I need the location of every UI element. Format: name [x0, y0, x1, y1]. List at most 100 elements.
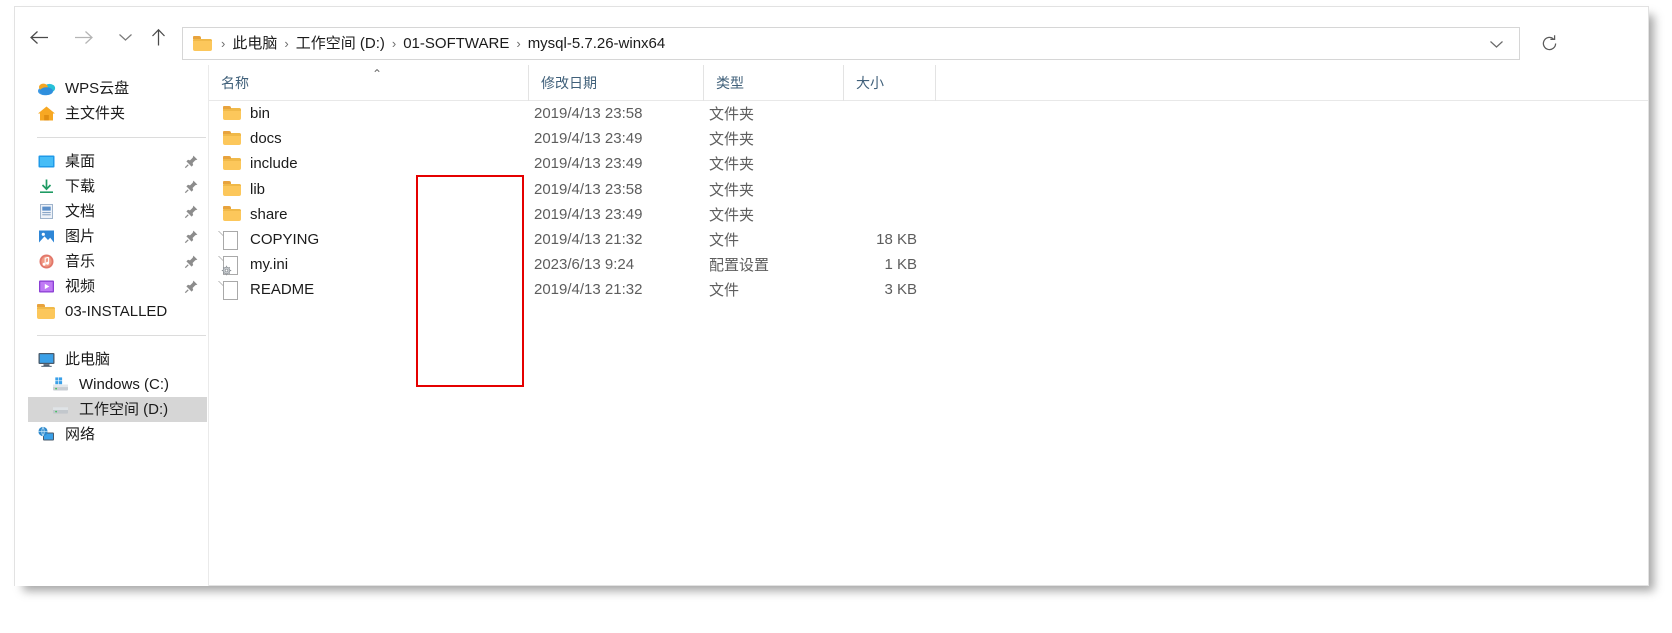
videos-icon	[37, 278, 56, 295]
breadcrumb-item-this-pc[interactable]: 此电脑	[232, 36, 277, 51]
file-date-cell: 2019/4/13 23:58	[534, 105, 643, 123]
breadcrumb-item-drive-d[interactable]: 工作空间 (D:)	[296, 36, 385, 51]
column-header-type[interactable]: 类型	[703, 65, 843, 101]
sidebar-item-pictures[interactable]: 图片	[15, 224, 208, 249]
cloud-icon	[37, 80, 56, 97]
column-header-label: 修改日期	[541, 75, 597, 91]
file-type-cell: 文件	[709, 282, 740, 300]
file-date-cell: 2023/6/13 9:24	[534, 256, 635, 274]
breadcrumb-item-current-folder[interactable]: mysql-5.7.26-winx64	[528, 36, 666, 51]
network-icon	[37, 426, 56, 443]
file-type-cell: 文件夹	[709, 206, 755, 224]
column-header-row: 名称 ⌃ 修改日期 类型 大小	[209, 65, 1648, 101]
sidebar-item-label: WPS云盘	[65, 80, 130, 97]
breadcrumb-item-01-software[interactable]: 01-SOFTWARE	[403, 36, 509, 51]
table-row[interactable]: docs 2019/4/13 23:49 文件夹	[209, 126, 1648, 151]
sidebar-item-03-installed[interactable]: 03-INSTALLED	[15, 299, 208, 324]
sidebar-divider	[37, 137, 206, 138]
file-name-cell[interactable]: bin	[223, 101, 528, 126]
sidebar-group-pinned: 桌面 下载 文档 图片 音乐 视频 03-INSTALLED	[15, 149, 208, 324]
file-name-label: share	[250, 205, 288, 223]
navigation-pane[interactable]: WPS云盘 主文件夹 桌面 下载 文档 图片 音乐 视频 03-INSTALLE…	[15, 65, 209, 586]
file-type-cell: 文件	[709, 232, 740, 250]
up-button[interactable]	[143, 23, 173, 51]
file-size-cell	[829, 101, 917, 126]
file-name-label: include	[250, 155, 298, 173]
navigation-bar: › 此电脑 › 工作空间 (D:) › 01-SOFTWARE › mysql-…	[15, 7, 1648, 65]
sidebar-item-wps-cloud[interactable]: WPS云盘	[15, 76, 208, 101]
file-size-cell	[829, 202, 917, 227]
sidebar-item-workspace-d[interactable]: 工作空间 (D:)	[28, 397, 207, 422]
sidebar-group-this-pc: 此电脑 Windows (C:) 工作空间 (D:) 网络	[15, 347, 208, 447]
file-list-pane: 名称 ⌃ 修改日期 类型 大小 bin 2019/4/13 23:58 文件夹 doc…	[209, 65, 1648, 585]
sidebar-item-documents[interactable]: 文档	[15, 199, 208, 224]
folder-icon	[223, 205, 241, 223]
file-name-cell[interactable]: include	[223, 151, 528, 176]
recent-locations-button[interactable]	[110, 23, 140, 51]
sidebar-item-network[interactable]: 网络	[15, 422, 208, 447]
file-name-cell[interactable]: docs	[223, 126, 528, 151]
column-header-date-modified[interactable]: 修改日期	[528, 65, 703, 101]
file-name-cell[interactable]: COPYING	[218, 227, 528, 252]
column-header-label: 大小	[856, 75, 884, 91]
file-name-cell[interactable]: lib	[223, 177, 528, 202]
sort-ascending-icon: ⌃	[372, 67, 383, 81]
pin-icon[interactable]	[184, 254, 199, 269]
address-dropdown-button[interactable]	[1483, 28, 1509, 59]
chevron-down-icon	[118, 34, 132, 41]
table-row[interactable]: bin 2019/4/13 23:58 文件夹	[209, 101, 1648, 126]
column-header-end-divider	[935, 65, 948, 101]
folder-icon	[223, 155, 241, 173]
sidebar-top-spacer	[15, 65, 208, 76]
file-name-label: lib	[250, 180, 266, 198]
sidebar-item-desktop[interactable]: 桌面	[15, 149, 208, 174]
pin-icon[interactable]	[184, 179, 199, 194]
file-name-cell[interactable]: share	[223, 202, 528, 227]
sidebar-item-this-pc[interactable]: 此电脑	[15, 347, 208, 372]
drive-icon	[51, 401, 70, 418]
sidebar-item-downloads[interactable]: 下载	[15, 174, 208, 199]
music-icon	[37, 253, 56, 270]
table-row[interactable]: COPYING 2019/4/13 21:32 文件 18 KB	[209, 227, 1648, 252]
column-header-size[interactable]: 大小	[843, 65, 935, 101]
file-size-cell	[829, 126, 917, 151]
sidebar-item-label: Windows (C:)	[79, 376, 170, 393]
sidebar-item-label: 网络	[65, 426, 96, 443]
forward-arrow-icon	[74, 30, 93, 44]
file-size-cell: 3 KB	[884, 281, 917, 299]
sidebar-item-videos[interactable]: 视频	[15, 274, 208, 299]
forward-button[interactable]	[68, 23, 98, 51]
sidebar-item-label: 图片	[65, 228, 96, 245]
file-date-cell: 2019/4/13 23:58	[534, 180, 643, 198]
pin-icon[interactable]	[184, 154, 199, 169]
pin-icon[interactable]	[184, 279, 199, 294]
sidebar-item-label: 桌面	[65, 153, 96, 170]
sidebar-item-music[interactable]: 音乐	[15, 249, 208, 274]
file-name-cell[interactable]: my.ini	[218, 252, 528, 277]
sidebar-item-home[interactable]: 主文件夹	[15, 101, 208, 126]
column-header-name[interactable]: 名称 ⌃	[209, 65, 528, 101]
file-type-cell: 文件夹	[709, 156, 755, 174]
pin-icon[interactable]	[184, 204, 199, 219]
pin-icon[interactable]	[184, 229, 199, 244]
file-name-cell[interactable]: README	[218, 277, 528, 302]
home-icon	[37, 105, 56, 122]
address-bar[interactable]: › 此电脑 › 工作空间 (D:) › 01-SOFTWARE › mysql-…	[182, 27, 1520, 60]
back-button[interactable]	[24, 23, 54, 51]
table-row[interactable]: include 2019/4/13 23:49 文件夹	[209, 151, 1648, 176]
this-pc-icon	[37, 351, 56, 368]
file-type-cell: 配置设置	[709, 257, 770, 275]
column-header-label: 类型	[716, 75, 744, 91]
table-row[interactable]: README 2019/4/13 21:32 文件 3 KB	[209, 277, 1648, 302]
file-name-label: bin	[250, 105, 271, 123]
table-row[interactable]: my.ini 2023/6/13 9:24 配置设置 1 KB	[209, 252, 1648, 277]
table-row[interactable]: share 2019/4/13 23:49 文件夹	[209, 202, 1648, 227]
folder-icon	[193, 36, 212, 51]
desktop-icon	[37, 153, 56, 170]
sidebar-item-windows-c[interactable]: Windows (C:)	[15, 372, 208, 397]
file-size-cell: 1 KB	[884, 256, 917, 274]
documents-icon	[37, 203, 56, 220]
refresh-button[interactable]	[1533, 27, 1565, 60]
folder-icon	[37, 303, 56, 320]
table-row[interactable]: lib 2019/4/13 23:58 文件夹	[209, 177, 1648, 202]
